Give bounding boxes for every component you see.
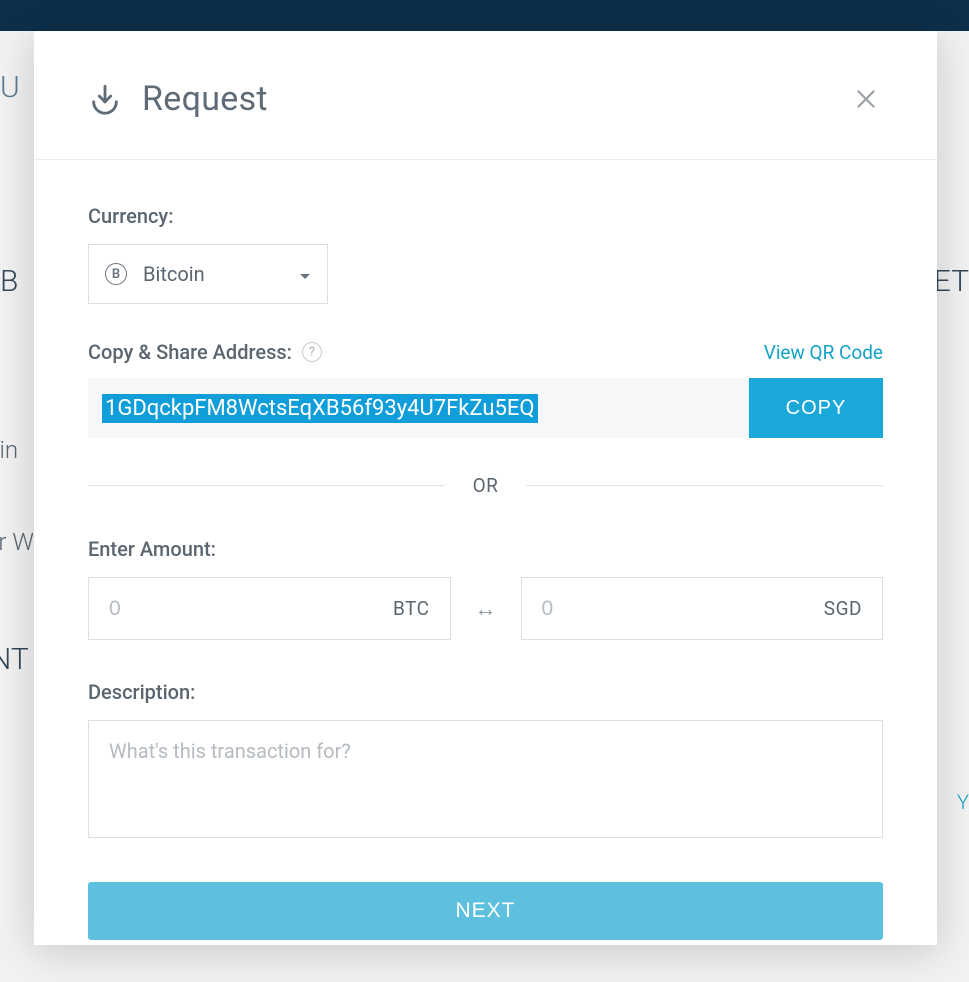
- crypto-suffix: BTC: [393, 597, 430, 620]
- description-label: Description:: [88, 680, 883, 704]
- bg-text-fragment: er W: [0, 528, 34, 556]
- address-value[interactable]: 1GDqckpFM8WctsEqXB56f93y4U7FkZu5EQ: [88, 378, 749, 438]
- amount-label: Enter Amount:: [88, 537, 883, 561]
- bg-text-fragment: B: [0, 264, 18, 299]
- view-qr-link[interactable]: View QR Code: [764, 341, 883, 364]
- chevron-down-icon: [299, 262, 311, 286]
- bitcoin-icon: B: [105, 263, 127, 285]
- swap-icon[interactable]: ↔: [475, 596, 497, 622]
- copy-button[interactable]: COPY: [749, 378, 883, 438]
- fiat-suffix: SGD: [824, 597, 862, 620]
- or-divider: OR: [88, 474, 883, 497]
- amount-row: BTC ↔ SGD: [88, 577, 883, 640]
- address-section: Copy & Share Address: ? View QR Code 1GD…: [88, 340, 883, 438]
- address-header-row: Copy & Share Address: ? View QR Code: [88, 340, 883, 364]
- fiat-amount-input[interactable]: [542, 597, 824, 621]
- divider-line-right: [526, 485, 883, 486]
- request-icon: [88, 82, 122, 116]
- crypto-amount-wrap: BTC: [88, 577, 451, 640]
- divider-text: OR: [473, 474, 499, 497]
- address-label: Copy & Share Address: ?: [88, 340, 322, 364]
- description-section: Description:: [88, 680, 883, 842]
- crypto-amount-input[interactable]: [109, 597, 393, 621]
- request-modal: Request Currency: B Bitcoin Copy & Sha: [34, 31, 937, 945]
- currency-select[interactable]: B Bitcoin: [88, 244, 328, 304]
- bg-text-fragment: U: [0, 70, 20, 105]
- modal-body: Currency: B Bitcoin Copy & Share Address…: [34, 160, 937, 980]
- fiat-amount-wrap: SGD: [521, 577, 884, 640]
- amount-section: Enter Amount: BTC ↔ SGD: [88, 537, 883, 680]
- currency-section: Currency: B Bitcoin: [88, 204, 883, 304]
- address-box: 1GDqckpFM8WctsEqXB56f93y4U7FkZu5EQ COPY: [88, 378, 883, 438]
- close-button[interactable]: [849, 82, 883, 116]
- app-top-bar: [0, 0, 969, 31]
- bg-text-fragment: NT: [0, 642, 29, 677]
- divider-line-left: [88, 485, 445, 486]
- bg-text-fragment: oin: [0, 436, 18, 464]
- bg-text-fragment: ET: [934, 264, 969, 299]
- help-icon[interactable]: ?: [302, 342, 322, 362]
- bg-text-fragment: Y: [957, 790, 969, 814]
- modal-title-wrap: Request: [88, 79, 268, 119]
- address-text: 1GDqckpFM8WctsEqXB56f93y4U7FkZu5EQ: [102, 394, 538, 423]
- currency-label: Currency:: [88, 204, 883, 228]
- address-label-text: Copy & Share Address:: [88, 340, 292, 364]
- description-input[interactable]: [88, 720, 883, 838]
- modal-title: Request: [142, 79, 268, 119]
- next-button[interactable]: NEXT: [88, 882, 883, 940]
- modal-header: Request: [34, 31, 937, 160]
- currency-selected-value: Bitcoin: [143, 262, 205, 286]
